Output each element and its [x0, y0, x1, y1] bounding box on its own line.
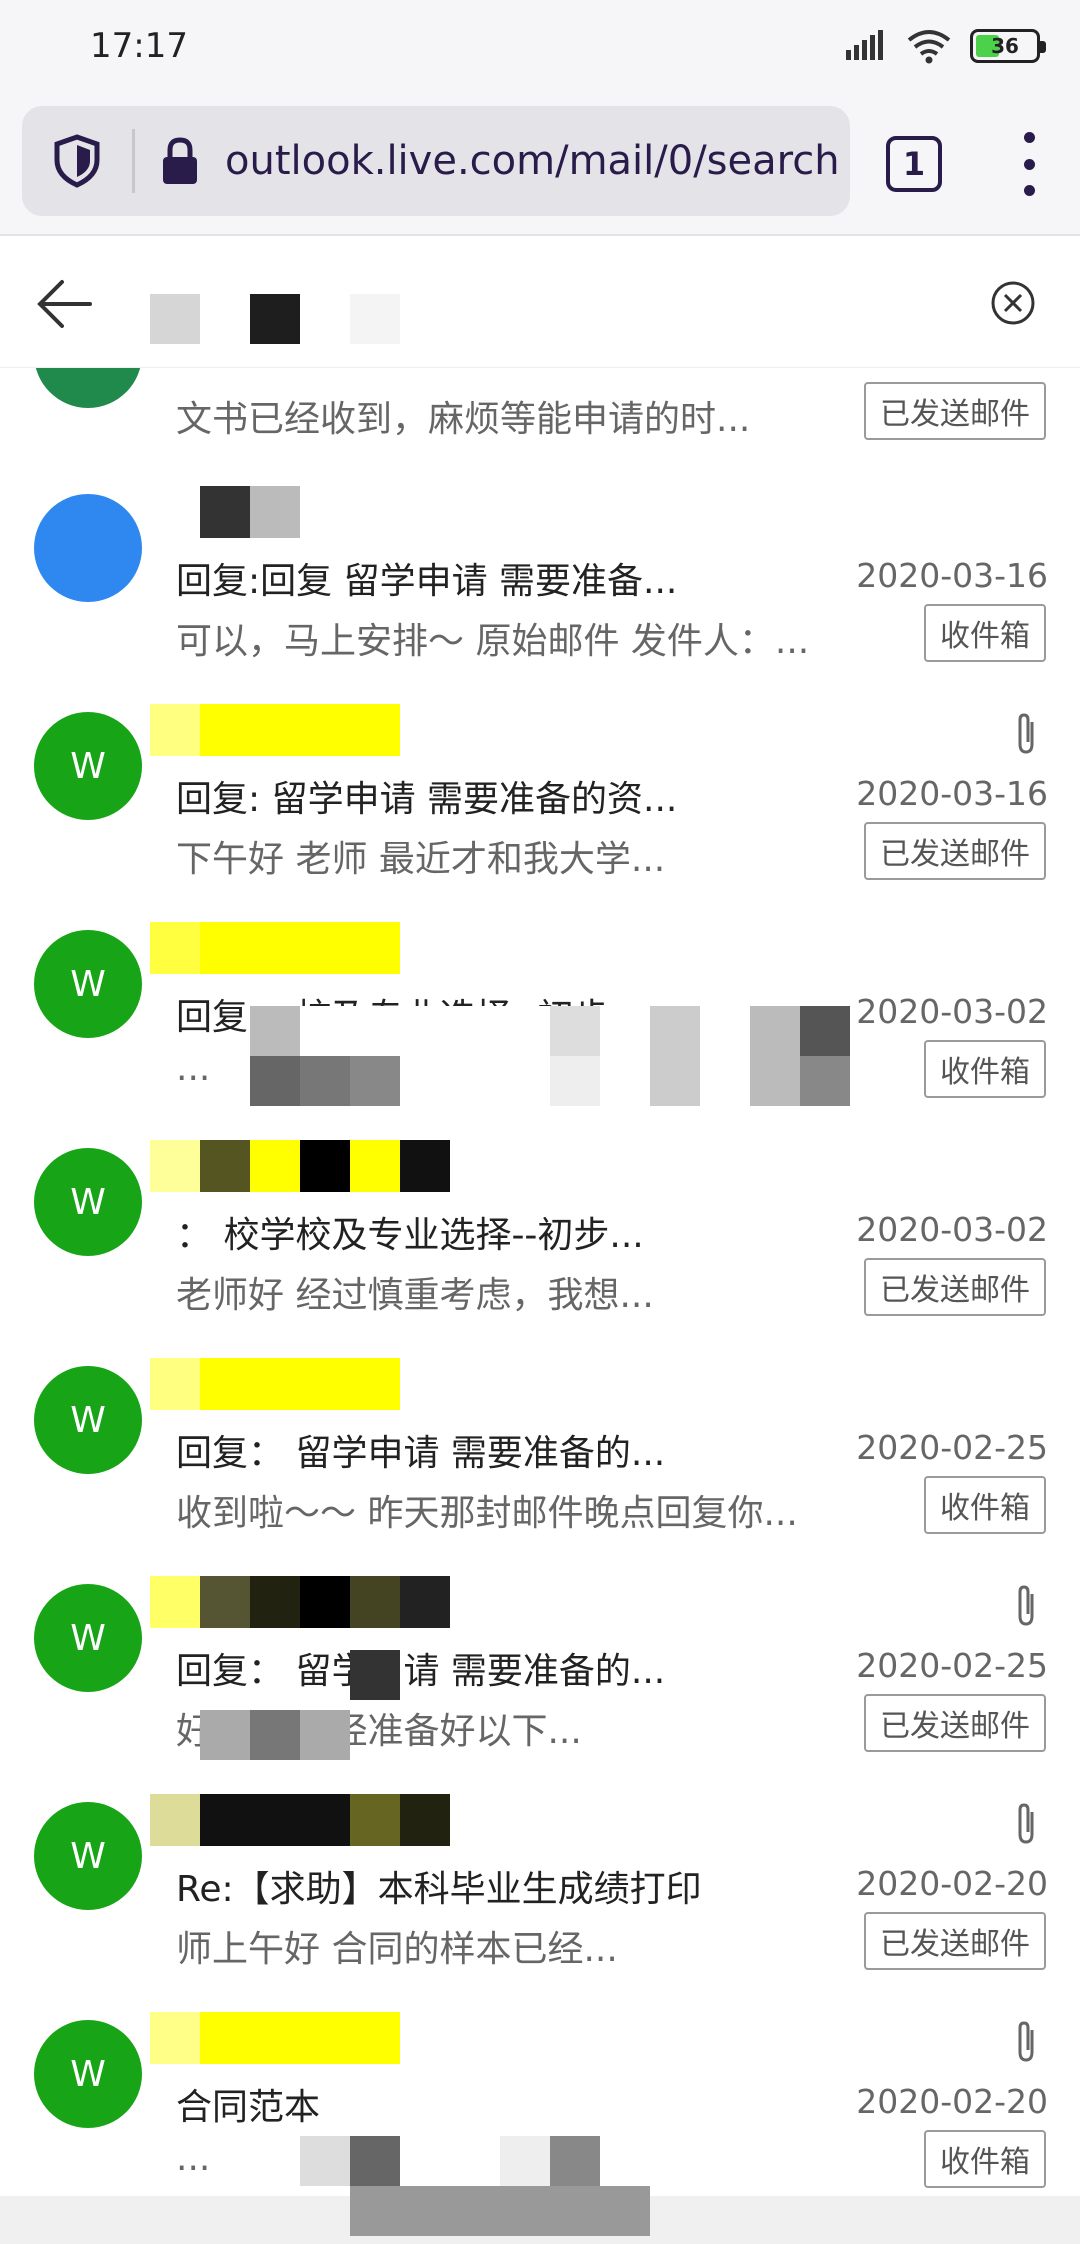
- signal-icon: [846, 30, 883, 60]
- menu-dots-icon[interactable]: [1012, 132, 1046, 196]
- redacted-block: [300, 2136, 600, 2186]
- redacted-block: [200, 1710, 350, 1760]
- mail-preview: 收到啦～～ 昨天那封邮件晚点回复你...: [176, 1493, 798, 1534]
- sender-redacted: [150, 1794, 450, 1846]
- mail-subject: 回复: 留学申请 需要准备的资...: [176, 779, 678, 820]
- folder-badge: 收件箱: [924, 604, 1046, 662]
- mail-date: 2020-02-20: [856, 2082, 1048, 2121]
- battery-icon: 36: [970, 29, 1046, 63]
- url-text[interactable]: outlook.live.com/mail/0/search: [225, 138, 850, 184]
- redacted-block: [250, 1056, 850, 1106]
- browser-toolbar: outlook.live.com/mail/0/search 1: [0, 96, 1080, 236]
- tab-count-button[interactable]: 1: [886, 136, 942, 192]
- sender-redacted: [150, 2012, 450, 2064]
- search-query-redacted[interactable]: [150, 294, 400, 344]
- status-bar: 17:17 36: [0, 0, 1080, 96]
- folder-badge: 已发送邮件: [864, 382, 1046, 440]
- folder-badge: 收件箱: [924, 2130, 1046, 2188]
- folder-badge: 收件箱: [924, 1040, 1046, 1098]
- sender-redacted: [150, 486, 350, 538]
- mail-item[interactable]: 回复:回复 留学申请 需要准备... 2020-03-16 可以，马上安排～ 原始邮…: [0, 486, 1080, 708]
- folder-badge: 已发送邮件: [864, 1912, 1046, 1970]
- mail-date: 2020-02-20: [856, 1864, 1048, 1903]
- avatar: W: [34, 1802, 142, 1910]
- mail-subject: ： 校学校及专业选择--初步...: [176, 1215, 644, 1256]
- mail-subject: 回复： 留学申请 需要准备的...: [176, 1651, 666, 1692]
- clear-search-icon[interactable]: [990, 280, 1036, 326]
- mail-date: 2020-03-16: [856, 774, 1048, 813]
- sender-redacted: [150, 704, 450, 756]
- attachment-icon: [1018, 2021, 1034, 2062]
- mail-item[interactable]: W 回复: 留学申请 需要准备的资... 2020-03-16 下午好 老师 最近才和…: [0, 704, 1080, 926]
- avatar: W: [34, 1366, 142, 1474]
- mail-item[interactable]: W 回复： 留学申请 需要准备的... 2020-02-25 收到啦～～ 昨天那封邮件…: [0, 1358, 1080, 1580]
- avatar: W: [34, 930, 142, 1038]
- mail-item[interactable]: W ： 校学校及专业选择--初步... 2020-03-02 老师好 经过慎重考虑…: [0, 1140, 1080, 1362]
- mail-date: 2020-03-16: [856, 556, 1048, 595]
- search-header: [0, 238, 1080, 368]
- attachment-icon: [1018, 1803, 1034, 1844]
- sender-redacted: [150, 1358, 450, 1410]
- battery-percent: 36: [991, 34, 1019, 58]
- attachment-icon: [1018, 1585, 1034, 1626]
- mail-date: 2020-03-02: [856, 992, 1048, 1031]
- redacted-block: [350, 1650, 400, 1700]
- status-icons: 36: [844, 28, 1046, 64]
- mail-preview: 下午好 老师 最近才和我大学...: [176, 839, 666, 880]
- mail-subject: 合同范本: [176, 2087, 321, 2128]
- mail-date: 2020-02-25: [856, 1646, 1048, 1685]
- wifi-icon: [907, 30, 951, 64]
- mail-subject: 回复:回复 留学申请 需要准备...: [176, 561, 678, 602]
- redacted-block: [250, 1006, 850, 1056]
- lock-icon[interactable]: [135, 106, 225, 216]
- shield-icon[interactable]: [22, 106, 132, 216]
- mail-date: 2020-02-25: [856, 1428, 1048, 1467]
- folder-badge: 已发送邮件: [864, 822, 1046, 880]
- list-item[interactable]: 文书已经收到，麻烦等能申请的时... 已发送邮件: [0, 360, 1080, 460]
- url-bar[interactable]: outlook.live.com/mail/0/search: [22, 106, 850, 216]
- mail-preview: 老师好 经过慎重考虑，我想...: [176, 1275, 654, 1316]
- mail-date: 2020-03-02: [856, 1210, 1048, 1249]
- sender-redacted: [150, 1140, 450, 1192]
- folder-badge: 收件箱: [924, 1476, 1046, 1534]
- redacted-block: [350, 2186, 650, 2236]
- sender-redacted: [150, 1576, 450, 1628]
- mail-preview: 可以，马上安排～ 原始邮件 发件人：...: [176, 621, 810, 662]
- mail-item[interactable]: W Re:【求助】本科毕业生成绩打印 2020-02-20 师上午好 合同的样本已经…: [0, 1794, 1080, 2016]
- avatar: W: [34, 712, 142, 820]
- back-arrow-icon[interactable]: [32, 272, 96, 336]
- mail-preview: 文书已经收到，麻烦等能申请的时...: [176, 399, 751, 440]
- attachment-icon: [1018, 713, 1034, 754]
- avatar: [34, 494, 142, 602]
- mail-item[interactable]: W 回复： 留学申请 需要准备的... 2020-02-25 好 目前已经准备好以下…: [0, 1576, 1080, 1798]
- mail-preview: 师上午好 合同的样本已经...: [176, 1929, 618, 1970]
- avatar: W: [34, 2020, 142, 2128]
- status-time: 17:17: [90, 26, 188, 66]
- sender-redacted: [150, 922, 450, 974]
- mail-subject: 回复： 留学申请 需要准备的...: [176, 1433, 666, 1474]
- mail-subject: Re:【求助】本科毕业生成绩打印: [176, 1869, 702, 1910]
- avatar: W: [34, 1584, 142, 1692]
- folder-badge: 已发送邮件: [864, 1258, 1046, 1316]
- avatar: W: [34, 1148, 142, 1256]
- folder-badge: 已发送邮件: [864, 1694, 1046, 1752]
